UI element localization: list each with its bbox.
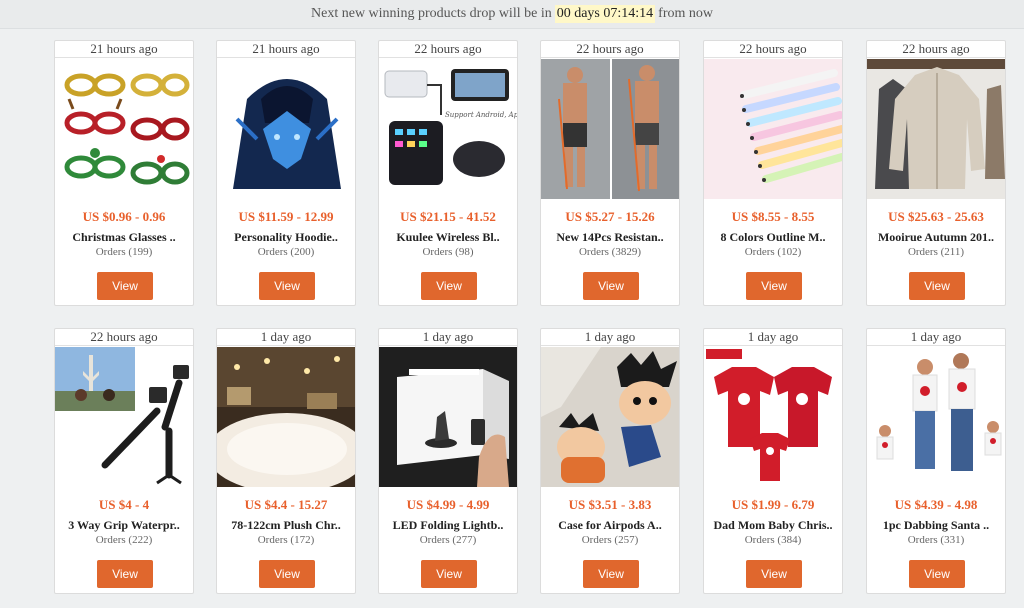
order-count: Orders (331) <box>907 534 965 546</box>
svg-text:Support Android, Apple users: Support Android, Apple users <box>445 111 518 119</box>
price-range: US $11.59 - 12.99 <box>238 209 334 224</box>
product-image[interactable]: Support Android, Apple users <box>379 59 518 199</box>
price-range: US $21.15 - 41.52 <box>400 209 496 224</box>
product-title[interactable]: Christmas Glasses .. <box>55 230 193 245</box>
product-card: 1 day ago US $4.99 - 4.99 LED Folding Li… <box>378 328 518 594</box>
cardigan-image <box>867 59 1005 199</box>
product-title[interactable]: 78-122cm Plush Chr.. <box>217 518 355 533</box>
product-title[interactable]: Dad Mom Baby Chris.. <box>704 518 842 533</box>
view-button[interactable]: View <box>421 272 477 300</box>
post-time: 1 day ago <box>541 329 679 346</box>
product-image[interactable] <box>217 59 355 199</box>
view-button[interactable]: View <box>259 272 315 300</box>
order-count: Orders (102) <box>744 246 802 258</box>
order-count: Orders (200) <box>257 246 315 258</box>
resistance-bands-image <box>541 59 679 199</box>
gaming-keyboard-image: Support Android, Apple users <box>379 59 518 199</box>
product-image[interactable] <box>541 59 679 199</box>
view-button[interactable]: View <box>259 560 315 588</box>
tree-skirt-image <box>217 347 355 487</box>
post-time: 1 day ago <box>217 329 355 346</box>
order-count: Orders (3829) <box>578 246 641 258</box>
product-card: 1 day ago US $1.99 - 6.79 Dad Mom Baby C… <box>703 328 843 594</box>
product-card: 22 hours ago US $25.63 - 25.63 Mooirue A… <box>866 40 1006 306</box>
view-button[interactable]: View <box>583 560 639 588</box>
product-card: 22 hours ago US $5.27 - 15.26 New 14Pcs … <box>540 40 680 306</box>
order-count: Orders (257) <box>581 534 639 546</box>
product-title[interactable]: 8 Colors Outline M.. <box>704 230 842 245</box>
product-image[interactable] <box>704 347 842 487</box>
product-card: 21 hours ago US $11.59 - 12.99 Personali… <box>216 40 356 306</box>
product-image[interactable] <box>379 347 517 487</box>
post-time: 1 day ago <box>704 329 842 346</box>
price-range: US $8.55 - 8.55 <box>731 209 815 224</box>
product-card: 1 day ago US $3.51 - 3.83 Case for Airpo… <box>540 328 680 594</box>
product-card: 22 hours ago US $4 - 4 3 Way Grip Waterp… <box>54 328 194 594</box>
post-time: 1 day ago <box>379 329 517 346</box>
product-title[interactable]: New 14Pcs Resistan.. <box>541 230 679 245</box>
view-button[interactable]: View <box>97 560 153 588</box>
product-title[interactable]: Case for Airpods A.. <box>541 518 679 533</box>
price-range: US $4.99 - 4.99 <box>406 497 490 512</box>
post-time: 22 hours ago <box>867 41 1005 58</box>
product-title[interactable]: 3 Way Grip Waterpr.. <box>55 518 193 533</box>
product-title[interactable]: Personality Hoodie.. <box>217 230 355 245</box>
dabbing-santa-image <box>867 347 1005 487</box>
product-image[interactable] <box>867 59 1005 199</box>
post-time: 21 hours ago <box>55 41 193 58</box>
price-range: US $1.99 - 6.79 <box>731 497 815 512</box>
price-range: US $5.27 - 15.26 <box>565 209 655 224</box>
product-title[interactable]: Mooirue Autumn 201.. <box>867 230 1005 245</box>
order-count: Orders (384) <box>744 534 802 546</box>
order-count: Orders (199) <box>95 246 153 258</box>
view-button[interactable]: View <box>97 272 153 300</box>
order-count: Orders (98) <box>422 246 474 258</box>
order-count: Orders (211) <box>907 246 965 258</box>
view-button[interactable]: View <box>583 272 639 300</box>
product-image[interactable] <box>55 347 193 487</box>
view-button[interactable]: View <box>909 272 965 300</box>
family-shirts-image <box>704 347 842 487</box>
price-range: US $25.63 - 25.63 <box>888 209 984 224</box>
markers-image <box>704 59 842 199</box>
product-image[interactable] <box>541 347 679 487</box>
post-time: 22 hours ago <box>704 41 842 58</box>
product-title[interactable]: 1pc Dabbing Santa .. <box>867 518 1005 533</box>
price-range: US $3.51 - 3.83 <box>568 497 652 512</box>
product-card: 22 hours ago US $8.55 - 8.55 8 Colors Ou… <box>703 40 843 306</box>
view-button[interactable]: View <box>746 272 802 300</box>
price-range: US $4 - 4 <box>98 497 150 512</box>
wolf-hoodie-image <box>217 59 355 199</box>
post-time: 1 day ago <box>867 329 1005 346</box>
price-range: US $4.4 - 15.27 <box>244 497 328 512</box>
post-time: 22 hours ago <box>541 41 679 58</box>
view-button[interactable]: View <box>909 560 965 588</box>
product-card: 22 hours ago Support Android, Apple user… <box>378 40 518 306</box>
product-grid: 21 hours ago US $0.96 - 0.96 Christmas G… <box>0 0 1024 608</box>
post-time: 22 hours ago <box>55 329 193 346</box>
product-card: 21 hours ago US $0.96 - 0.96 Christmas G… <box>54 40 194 306</box>
order-count: Orders (172) <box>257 534 315 546</box>
post-time: 22 hours ago <box>379 41 517 58</box>
product-image[interactable] <box>704 59 842 199</box>
camera-grip-image <box>55 347 193 487</box>
airpods-case-image <box>541 347 679 487</box>
order-count: Orders (222) <box>95 534 153 546</box>
view-button[interactable]: View <box>421 560 477 588</box>
price-range: US $0.96 - 0.96 <box>82 209 166 224</box>
order-count: Orders (277) <box>419 534 477 546</box>
price-range: US $4.39 - 4.98 <box>894 497 978 512</box>
product-title[interactable]: LED Folding Lightb.. <box>379 518 517 533</box>
lightbox-image <box>379 347 517 487</box>
product-image[interactable] <box>217 347 355 487</box>
product-image[interactable] <box>55 59 193 199</box>
product-image[interactable] <box>867 347 1005 487</box>
product-title[interactable]: Kuulee Wireless Bl.. <box>379 230 517 245</box>
product-card: 1 day ago US $4.39 - 4.98 1pc Dabbing Sa… <box>866 328 1006 594</box>
post-time: 21 hours ago <box>217 41 355 58</box>
view-button[interactable]: View <box>746 560 802 588</box>
christmas-glasses-image <box>55 59 193 199</box>
product-card: 1 day ago US $4.4 - 15.27 78-122cm Plush… <box>216 328 356 594</box>
